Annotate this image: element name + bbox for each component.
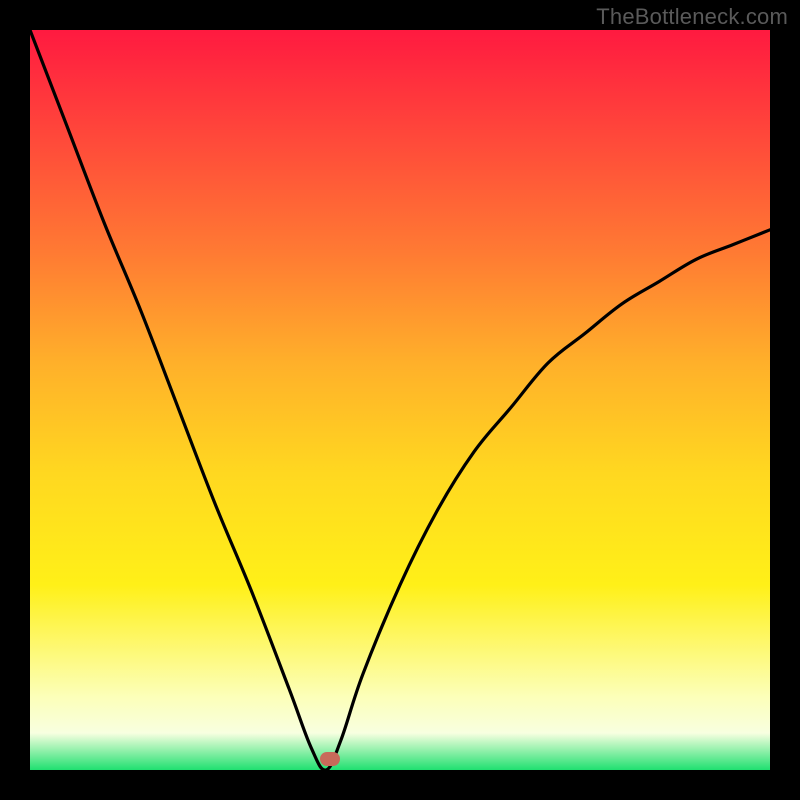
minimum-marker [320, 752, 340, 766]
watermark-text: TheBottleneck.com [596, 4, 788, 30]
chart-plot-area [30, 30, 770, 770]
